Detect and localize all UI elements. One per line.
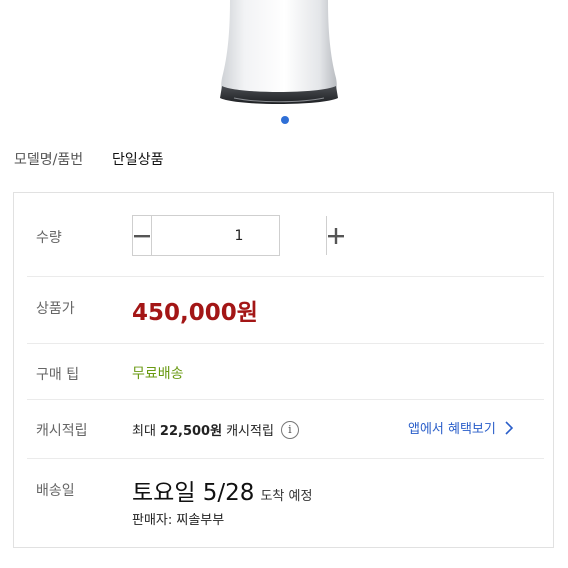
free-shipping-text: 무료배송 xyxy=(132,366,184,382)
quantity-stepper[interactable] xyxy=(132,215,344,256)
chevron-right-icon xyxy=(505,420,513,435)
cash-prefix: 최대 xyxy=(132,424,156,439)
quantity-row: 수량 xyxy=(14,193,553,277)
product-price: 450,000원 xyxy=(132,300,258,326)
delivery-date: 토요일 5/28 도착 예정 xyxy=(132,473,312,507)
cash-reward-text: 최대 22,500원 캐시적립 i xyxy=(132,420,299,439)
cash-label: 캐시적립 xyxy=(36,423,88,439)
model-row: 모델명/품번 단일상품 xyxy=(14,149,164,169)
cash-suffix: 캐시적립 xyxy=(226,424,274,439)
decrease-button[interactable] xyxy=(133,216,152,255)
divider xyxy=(27,458,544,459)
delivery-label: 배송일 xyxy=(36,483,75,499)
tip-label: 구매 팁 xyxy=(36,367,80,383)
minus-icon xyxy=(134,234,150,237)
carousel-indicator-dot[interactable] xyxy=(281,116,289,124)
divider xyxy=(27,399,544,400)
product-image[interactable] xyxy=(218,0,340,108)
price-label: 상품가 xyxy=(36,301,75,317)
plus-icon xyxy=(328,227,344,244)
info-icon[interactable]: i xyxy=(280,420,299,439)
seller-name: 판매자: 찌솔부부 xyxy=(132,513,225,528)
divider xyxy=(27,276,544,277)
product-image-area xyxy=(0,0,568,112)
increase-button[interactable] xyxy=(326,216,345,255)
product-info-box: 수량 상품가 450,000원 구매 팁 무료배송 캐시적립 최대 22,500… xyxy=(13,192,554,548)
model-value: 단일상품 xyxy=(112,152,164,168)
app-benefit-link[interactable]: 앱에서 혜택보기 xyxy=(408,418,513,437)
delivery-day: 토요일 5/28 xyxy=(132,480,255,506)
app-benefit-label: 앱에서 혜택보기 xyxy=(408,422,496,437)
quantity-input[interactable] xyxy=(152,216,326,255)
divider xyxy=(27,343,544,344)
delivery-suffix: 도착 예정 xyxy=(260,489,313,504)
model-label: 모델명/품번 xyxy=(14,152,84,168)
quantity-label: 수량 xyxy=(36,230,62,246)
cash-amount: 22,500원 xyxy=(159,424,223,439)
